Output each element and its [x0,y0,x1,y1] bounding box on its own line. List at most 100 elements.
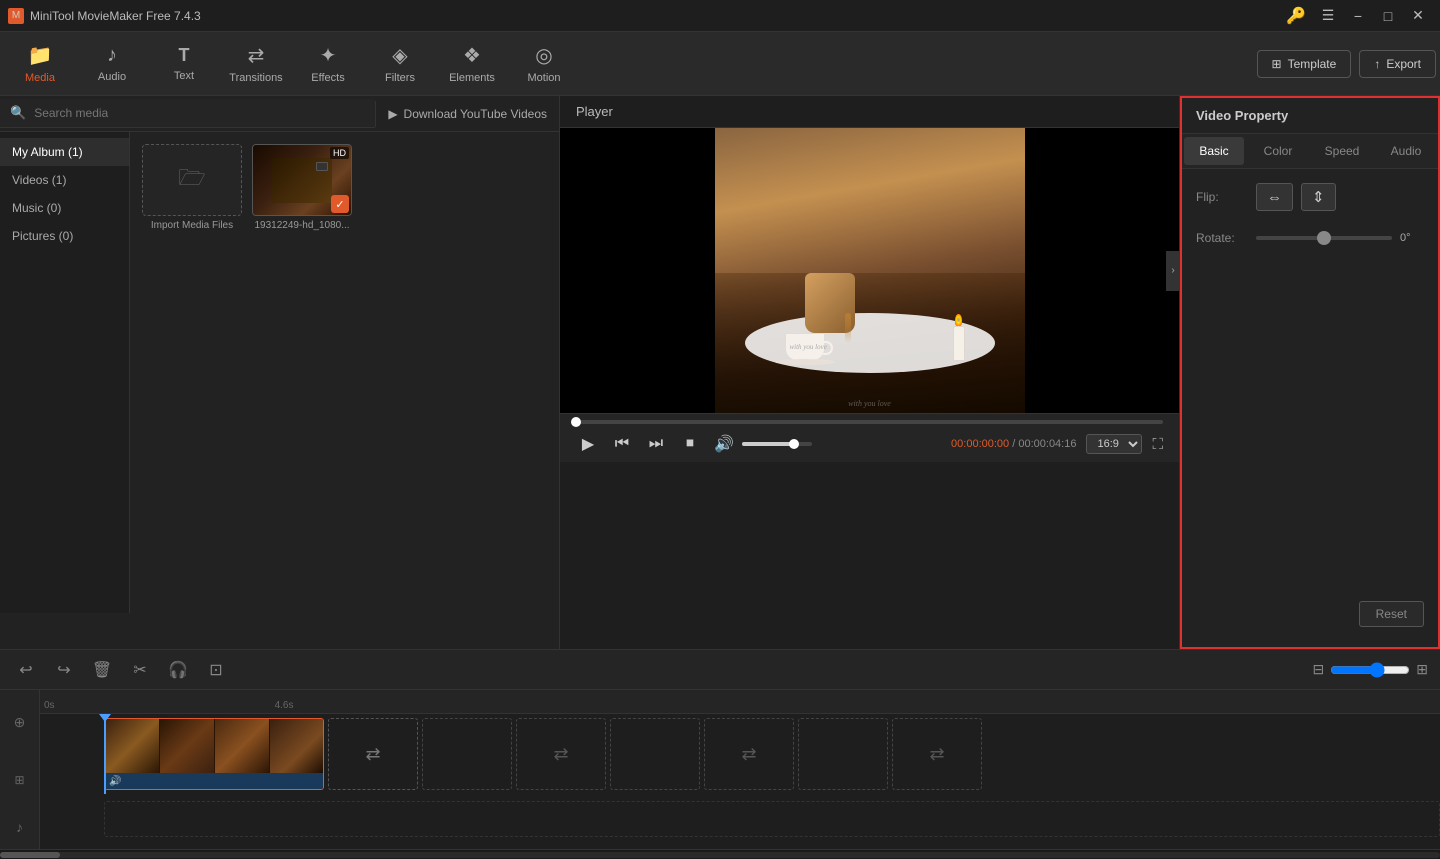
volume-control: 🔊 [712,432,812,456]
track-label-audio: ♪ [0,809,39,845]
toolbar-motion[interactable]: ◎ Motion [508,36,580,92]
transition-slot-1[interactable]: ⇄ [328,718,418,790]
headphones-button[interactable]: 🎧 [164,656,192,684]
clip-audio-bar: 🔊 [105,773,323,789]
play-button[interactable]: ▶ [576,432,600,456]
media-icon: 📁 [28,43,53,68]
import-media-item[interactable]: 🗁 Import Media Files [142,144,242,231]
transition-slot-2[interactable] [422,718,512,790]
download-yt-label: Download YouTube Videos [404,107,547,121]
toolbar-audio[interactable]: ♪ Audio [76,36,148,92]
playhead[interactable] [104,714,106,794]
album-item-music[interactable]: Music (0) [0,194,129,222]
timeline-tracks: ⊕ ⊞ ♪ 0s 4.6s [0,690,1440,849]
left-panel: 🔍 ▶ Download YouTube Videos My Album (1)… [0,96,560,649]
video-preview-area: with you love with you love › [560,128,1179,413]
toolbar-transitions[interactable]: ⇄ Transitions [220,36,292,92]
toolbar-filters[interactable]: ◈ Filters [364,36,436,92]
aspect-ratio-select[interactable]: 16:9 4:3 1:1 9:16 [1086,434,1142,454]
album-item-videos[interactable]: Videos (1) [0,166,129,194]
flip-vertical-button[interactable]: ⇕ [1301,183,1336,211]
rotate-slider[interactable] [1256,236,1392,240]
maximize-btn[interactable]: □ [1374,4,1402,28]
zoom-minus-icon: ⊟ [1313,661,1325,678]
search-input[interactable] [34,106,365,120]
audio-wave-icon: 🔊 [109,776,121,787]
audio-label: Audio [98,71,126,83]
toolbar-effects[interactable]: ✦ Effects [292,36,364,92]
toolbar-media[interactable]: 📁 Media [4,36,76,92]
album-sidebar: My Album (1) Videos (1) Music (0) Pictur… [0,132,130,613]
next-frame-button[interactable]: ⏭ [644,432,668,456]
import-label: Import Media Files [151,220,233,231]
export-button[interactable]: ↑ Export [1359,50,1436,78]
progress-thumb [571,417,581,427]
flip-label: Flip: [1196,190,1246,204]
flip-buttons: ⇔ ⇕ [1256,183,1336,211]
media-label: Media [25,72,55,84]
audio-icon: ♪ [107,44,117,67]
album-item-pictures[interactable]: Pictures (0) [0,222,129,250]
album-item-myalbum[interactable]: My Album (1) [0,138,129,166]
tab-audio[interactable]: Audio [1376,137,1436,165]
volume-slider[interactable] [742,442,812,446]
add-track-icon[interactable]: ⊕ [14,714,26,731]
text-label: Text [174,70,194,82]
toolbar-text[interactable]: T Text [148,36,220,92]
expand-panel-button[interactable]: › [1166,251,1179,291]
controls-row: ▶ ⏮ ⏭ ⏹ 🔊 00:00:00:00 / 00:00:04:16 [576,432,1163,456]
toolbar-elements[interactable]: ❖ Elements [436,36,508,92]
crop-button[interactable]: ⊡ [202,656,230,684]
undo-button[interactable]: ↩ [12,656,40,684]
tab-speed[interactable]: Speed [1312,137,1372,165]
track-label-add: ⊕ [0,694,39,752]
progress-bar[interactable] [576,420,1163,424]
redo-button[interactable]: ↪ [50,656,78,684]
prev-frame-button[interactable]: ⏮ [610,432,634,456]
transition-slot-3[interactable]: ⇄ [516,718,606,790]
audio-track-icon: ♪ [16,819,23,835]
reset-button[interactable]: Reset [1359,601,1424,627]
transition-icon-7: ⇄ [929,744,944,765]
time-current: 00:00:00:00 [951,438,1009,450]
tab-basic[interactable]: Basic [1184,137,1244,165]
property-content: Flip: ⇔ ⇕ Rotate: 0° [1182,169,1438,279]
flip-horizontal-button[interactable]: ⇔ [1256,183,1293,211]
volume-icon[interactable]: 🔊 [712,432,736,456]
folder-icon: 🗁 [178,161,205,199]
volume-fill [742,442,795,446]
split-button[interactable]: ✂ [126,656,154,684]
transition-slot-5[interactable]: ⇄ [704,718,794,790]
minimize-btn[interactable]: − [1344,4,1372,28]
property-title: Video Property [1196,108,1288,123]
tab-color[interactable]: Color [1248,137,1308,165]
transition-icon-1: ⇄ [365,744,380,765]
clip-frame-2 [160,719,215,774]
stop-button[interactable]: ⏹ [678,432,702,456]
fullscreen-button[interactable]: ⛶ [1152,436,1163,453]
timeline-scrollbar[interactable] [0,849,1440,859]
timeline-toolbar: ↩ ↪ 🗑 ✂ 🎧 ⊡ ⊟ ⊞ [0,650,1440,690]
delete-button[interactable]: 🗑 [88,656,116,684]
transition-slot-4[interactable] [610,718,700,790]
video-media-item[interactable]: HD ✓ 19312249-hd_1080... [252,144,352,231]
player-header: Player [560,96,1179,128]
window-controls: ☰ − □ ✕ [1314,4,1432,28]
template-button[interactable]: ⊞ Template [1257,50,1352,78]
player-panel: Player [560,96,1180,649]
download-youtube-button[interactable]: ▶ Download YouTube Videos [375,101,559,127]
transition-slot-6[interactable] [798,718,888,790]
track-label-video: ⊞ [0,752,39,810]
settings-btn[interactable]: ☰ [1314,4,1342,28]
video-thumb: HD ✓ [252,144,352,216]
effects-icon: ✦ [320,43,337,68]
rotate-row: Rotate: 0° [1196,231,1424,245]
close-btn[interactable]: ✕ [1404,4,1432,28]
main-layout: 🔍 ▶ Download YouTube Videos My Album (1)… [0,96,1440,649]
video-clip[interactable]: 🔊 [104,718,324,790]
filters-label: Filters [385,72,415,84]
transition-slot-7[interactable]: ⇄ [892,718,982,790]
zoom-slider[interactable] [1330,662,1410,678]
timeline-ruler: 0s 4.6s [40,690,1440,714]
property-header: Video Property [1182,98,1438,134]
